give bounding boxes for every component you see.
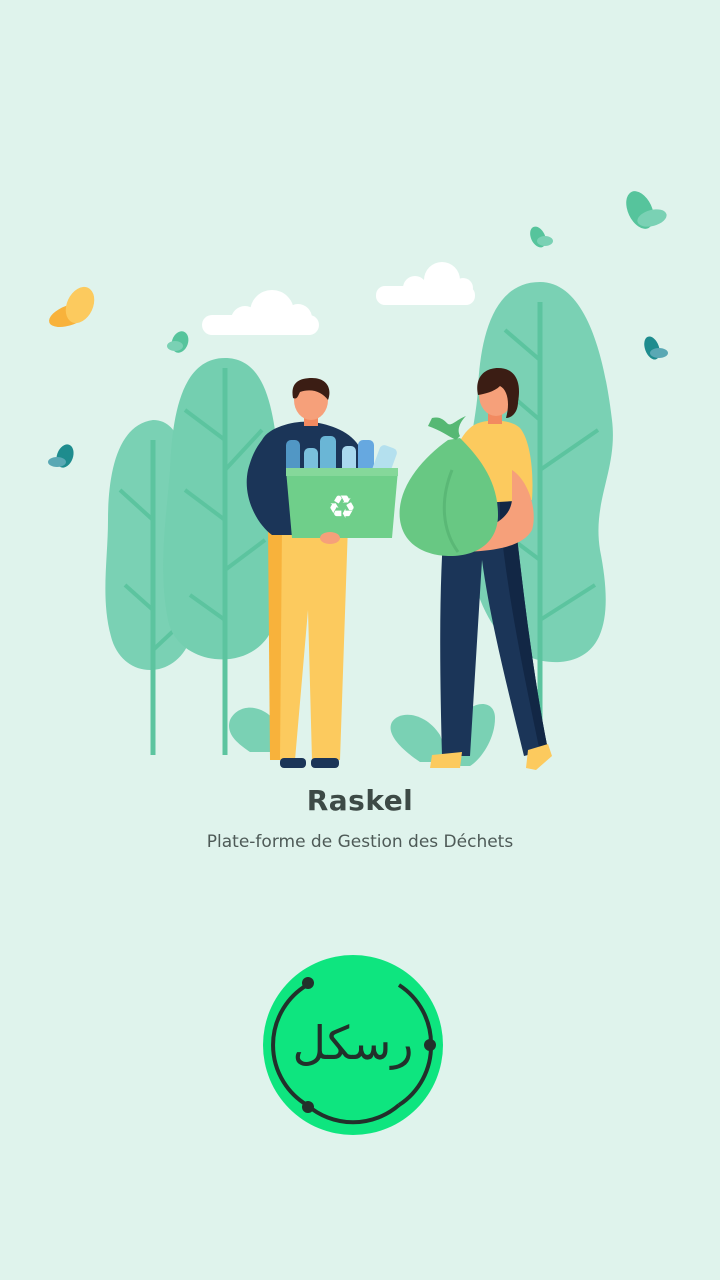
app-subtitle: Plate-forme de Gestion des Déchets xyxy=(206,832,514,852)
cloud-icon xyxy=(376,262,475,305)
butterfly-icon xyxy=(48,444,74,468)
logo-text: رسكل xyxy=(293,1016,414,1070)
tree-icon xyxy=(163,358,284,755)
svg-text:♻: ♻ xyxy=(328,488,357,526)
butterfly-icon xyxy=(167,331,189,353)
app-title: Raskel xyxy=(306,784,414,817)
butterfly-icon xyxy=(530,226,553,248)
butterfly-icon xyxy=(626,191,667,229)
butterfly-icon xyxy=(644,336,668,360)
cloud-icon xyxy=(202,290,319,335)
raskel-logo: رسكل xyxy=(263,955,443,1135)
butterfly-icon xyxy=(49,286,95,328)
splash-illustration: ♻ xyxy=(48,191,668,770)
